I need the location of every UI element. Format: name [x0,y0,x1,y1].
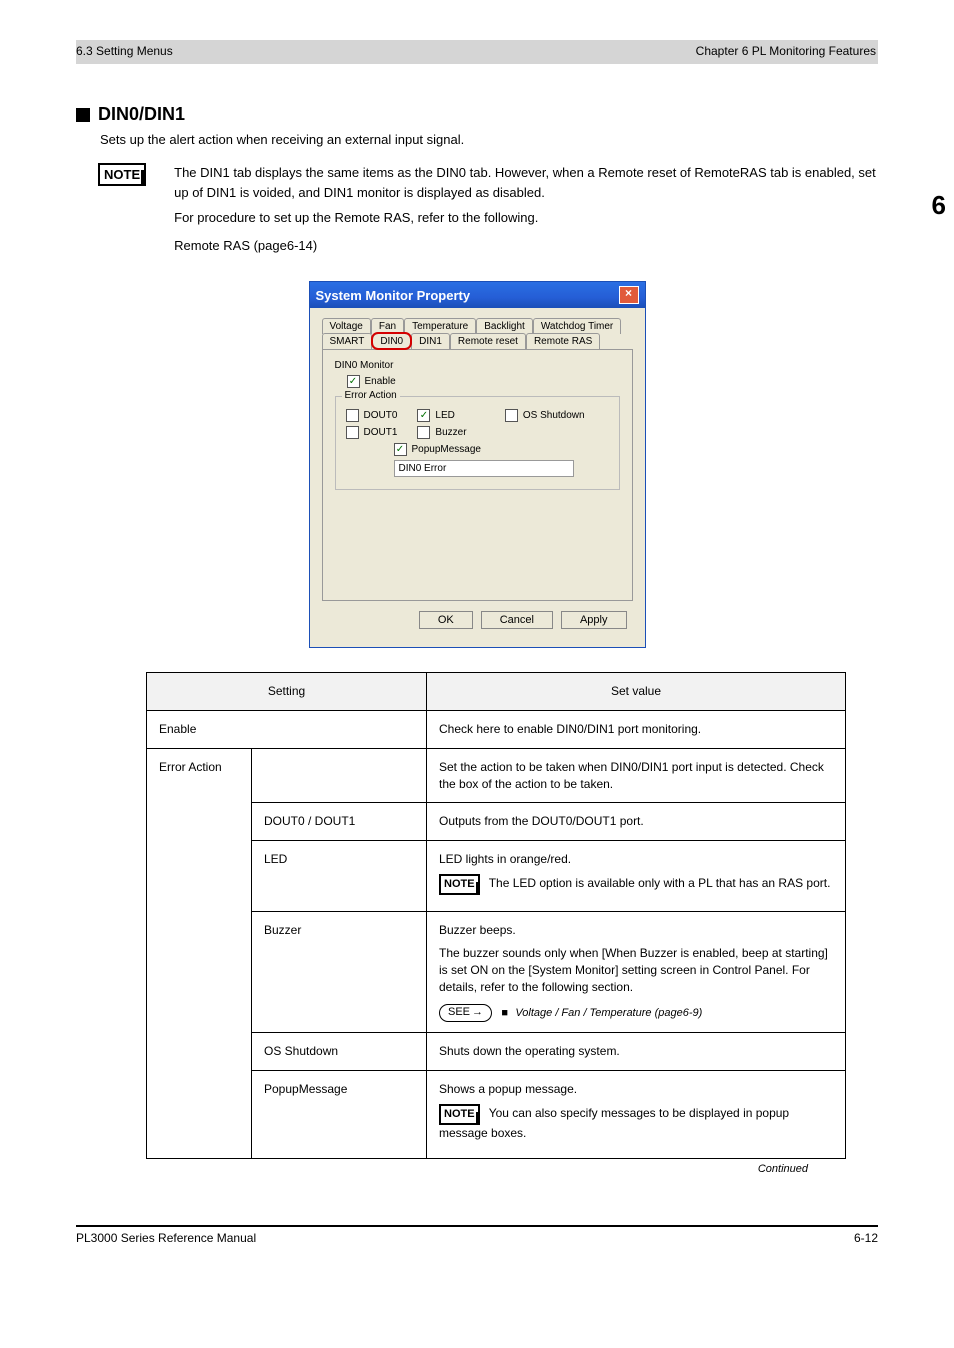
intro-text: Sets up the alert action when receiving … [100,131,878,149]
popup-note-text: You can also specify messages to be disp… [439,1106,789,1140]
tab-backlight[interactable]: Backlight [476,318,533,334]
checkbox-icon[interactable]: ✓ [347,375,360,388]
running-head-left: 6.3 Setting Menus [76,44,173,58]
tab-voltage[interactable]: Voltage [322,318,371,334]
tabs-row-2: SMART DIN0 DIN1 Remote reset Remote RAS [322,333,633,349]
tab-din1[interactable]: DIN1 [411,333,450,349]
cell-enable: Enable [147,710,427,748]
tab-remote-reset[interactable]: Remote reset [450,333,526,349]
enable-checkbox-row[interactable]: ✓ Enable [347,375,620,388]
tab-temperature[interactable]: Temperature [404,318,476,334]
see-sentence: For procedure to set up the Remote RAS, … [174,208,878,228]
led-note-text: The LED option is available only with a … [489,876,831,890]
cell-popup-value: Shows a popup message. NOTE You can also… [427,1070,846,1158]
popup-value-text: Shows a popup message. [439,1081,833,1098]
checkbox-dout0[interactable]: DOUT0 [346,409,398,422]
apply-button[interactable]: Apply [561,611,627,629]
buzzer-see-ref: Voltage / Fan / Temperature (page6-9) [515,1007,702,1019]
tabs-row-1: Voltage Fan Temperature Backlight Watchd… [322,318,633,334]
note-text: The DIN1 tab displays the same items as … [174,163,878,255]
note-paragraph: The DIN1 tab displays the same items as … [174,163,878,202]
chapter-index: 6 [932,190,946,221]
tab-fan[interactable]: Fan [371,318,404,334]
checkbox-osshutdown[interactable]: OS Shutdown [505,409,585,422]
see-ref: Remote RAS (page6-14) [174,236,878,256]
cancel-button[interactable]: Cancel [481,611,553,629]
table-header-value: Set value [427,673,846,711]
tab-panel: DIN0 Monitor ✓ Enable Error Action DOUT0… [322,349,633,601]
close-icon[interactable]: × [619,286,639,304]
led-value-text: LED lights in orange/red. [439,851,833,868]
arrow-right-icon: → [472,1006,483,1018]
tab-smart[interactable]: SMART [322,333,373,349]
square-bullet-icon [76,108,90,122]
buzzer-value-2: The buzzer sounds only when [When Buzzer… [439,945,833,995]
cell-os-value: Shuts down the operating system. [427,1032,846,1070]
cell-error-action-value: Set the action to be taken when DIN0/DIN… [427,748,846,803]
fieldset-legend: Error Action [342,390,400,401]
footer-right: 6-12 [854,1231,878,1245]
dialog-window: System Monitor Property × Voltage Fan Te… [309,281,646,648]
cell-buzzer: Buzzer [252,912,427,1033]
checkbox-buzzer[interactable]: Buzzer [417,426,466,439]
table-header-setting: Setting [147,673,427,711]
empty-cell [252,748,427,803]
popup-text-input[interactable]: DIN0 Error [394,460,574,477]
cell-enable-value: Check here to enable DIN0/DIN1 port moni… [427,710,846,748]
see-bullet: ■ [501,1007,508,1019]
cell-led: LED [252,841,427,912]
tab-din0[interactable]: DIN0 [372,333,411,349]
buzzer-value-1: Buzzer beeps. [439,922,833,939]
chapter-label: Chapter 6 PL Monitoring Features [696,44,878,58]
titlebar: System Monitor Property × [310,282,645,308]
tab-remote-ras[interactable]: Remote RAS [526,333,600,349]
cell-led-value: LED lights in orange/red. NOTE The LED o… [427,841,846,912]
cell-popup: PopupMessage [252,1070,427,1158]
section-heading: DIN0/DIN1 [76,104,878,125]
note-badge-sm: NOTE [439,874,480,895]
tab-watchdog[interactable]: Watchdog Timer [533,318,621,334]
see-oval: SEE→ [439,1004,492,1022]
monitor-label: DIN0 Monitor [335,360,620,371]
section-title: DIN0/DIN1 [98,104,185,125]
continued-label: Continued [76,1163,808,1175]
checkbox-led[interactable]: ✓LED [417,409,454,422]
page-footer: PL3000 Series Reference Manual 6-12 [76,1225,878,1245]
note-badge-sm-2: NOTE [439,1104,480,1125]
cell-dout-value: Outputs from the DOUT0/DOUT1 port. [427,803,846,841]
checkbox-popup[interactable]: ✓PopupMessage [394,443,482,456]
error-action-fieldset: Error Action DOUT0 ✓LED OS Shutdown DOUT… [335,396,620,490]
note-badge: NOTE [98,163,146,186]
ok-button[interactable]: OK [419,611,473,629]
footer-left: PL3000 Series Reference Manual [76,1231,256,1245]
window-title: System Monitor Property [316,288,471,303]
cell-error-action: Error Action [147,748,252,1158]
enable-label: Enable [365,376,396,387]
checkbox-dout1[interactable]: DOUT1 [346,426,398,439]
settings-table: Setting Set value Enable Check here to e… [146,672,846,1159]
cell-os: OS Shutdown [252,1032,427,1070]
cell-buzzer-value: Buzzer beeps. The buzzer sounds only whe… [427,912,846,1033]
cell-dout: DOUT0 / DOUT1 [252,803,427,841]
